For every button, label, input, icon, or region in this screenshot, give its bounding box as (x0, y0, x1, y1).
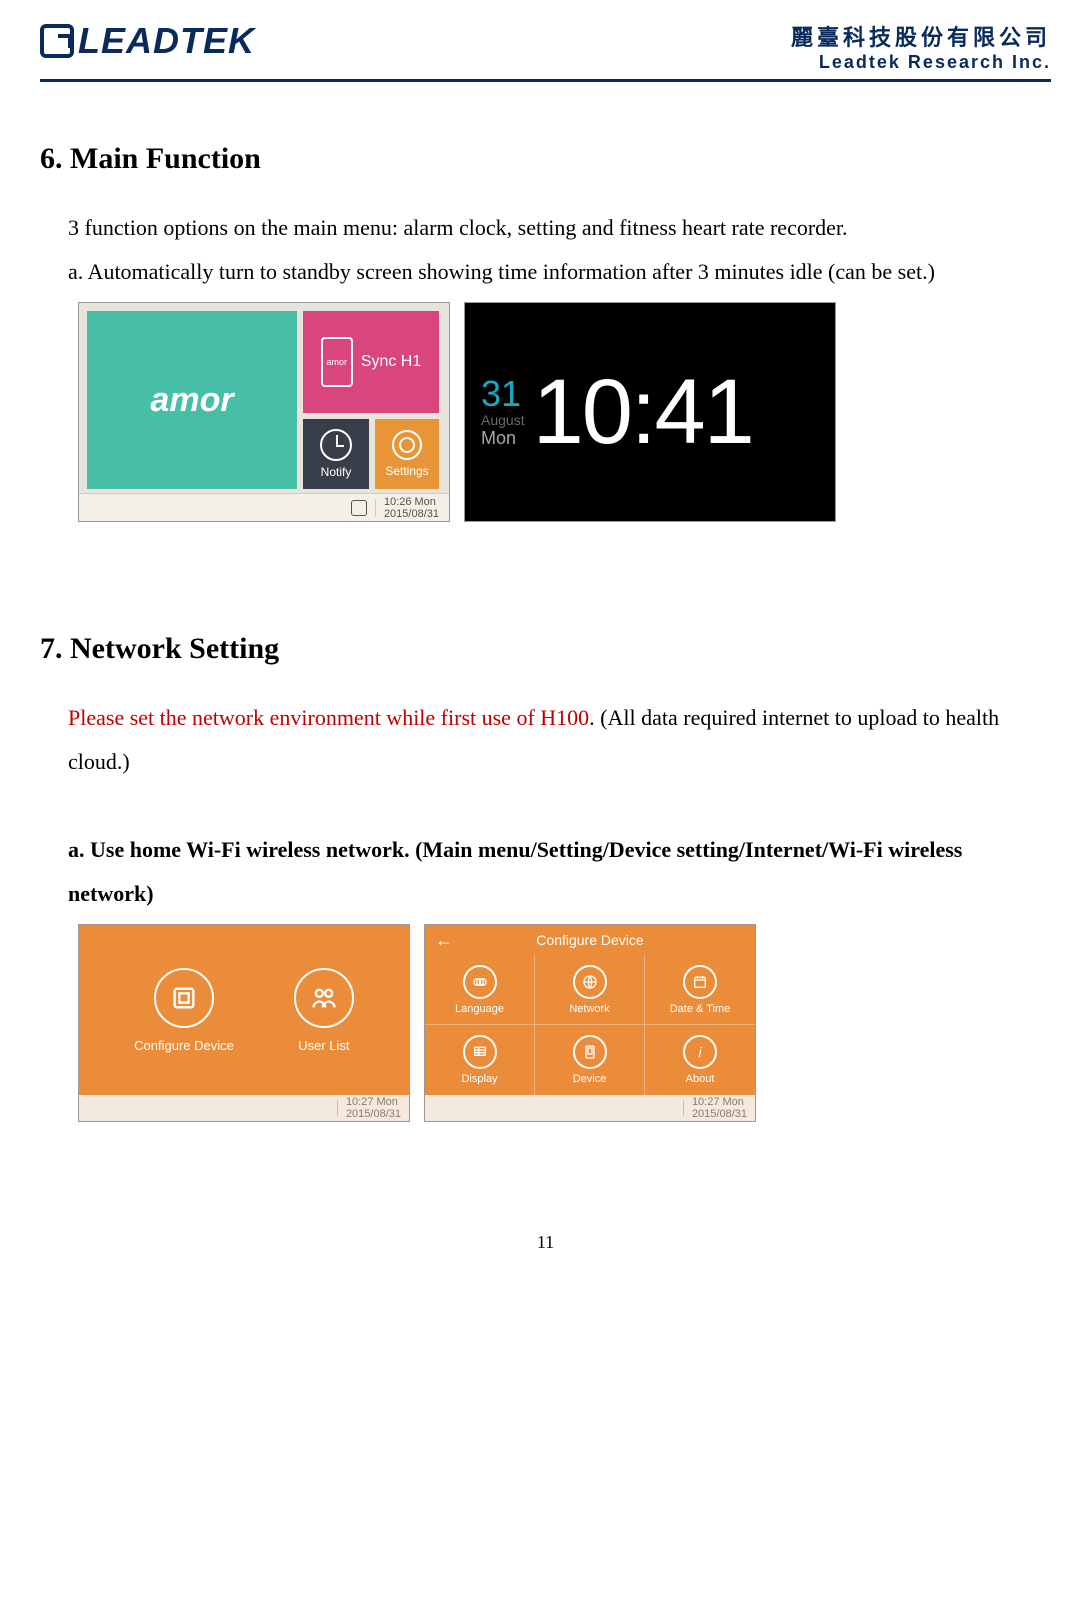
cell-device[interactable]: Device (535, 1025, 645, 1095)
company-name-cn: 麗臺科技股份有限公司 (791, 20, 1051, 52)
screenshot-settings-menu: Configure Device User List 10:27 Mon 201… (78, 924, 410, 1122)
company-name-en: Leadtek Research Inc. (791, 52, 1051, 73)
brand-mark-icon (40, 24, 74, 58)
statusbar: 10:27 Mon 2015/08/31 (425, 1095, 755, 1121)
tile-settings[interactable]: Settings (375, 419, 439, 489)
screenshot-main-menu: amor amor Sync H1 Notify Settings 10:26 … (78, 302, 450, 522)
tile-sync[interactable]: amor Sync H1 (303, 311, 439, 413)
brand-name: LEADTEK (78, 20, 255, 62)
screenshot-configure-device: ← Configure Device Language Network (424, 924, 756, 1122)
statusbar: 10:26 Mon 2015/08/31 (79, 493, 449, 521)
phone-icon: amor (321, 337, 353, 387)
cell-label: About (686, 1073, 715, 1085)
userlist-label: User List (298, 1038, 349, 1053)
section6-body: 3 function options on the main menu: ala… (68, 206, 1051, 294)
status-date: 2015/08/31 (692, 1108, 747, 1120)
notify-label: Notify (321, 465, 352, 479)
device-icon (573, 1035, 607, 1069)
cell-label: Device (573, 1073, 607, 1085)
cell-network[interactable]: Network (535, 955, 645, 1025)
statusbar: 10:27 Mon 2015/08/31 (79, 1095, 409, 1121)
section6-intro: 3 function options on the main menu: ala… (68, 215, 848, 240)
configure-label: Configure Device (134, 1038, 234, 1053)
standby-dow: Mon (481, 428, 525, 449)
cell-label: Language (455, 1003, 504, 1015)
company-block: 麗臺科技股份有限公司 Leadtek Research Inc. (791, 20, 1051, 73)
calendar-icon (683, 965, 717, 999)
back-button[interactable]: ← (435, 930, 453, 951)
section6-heading: 6. Main Function (40, 142, 1051, 176)
cell-label: Network (569, 1003, 609, 1015)
screenshot-standby-clock: 31 August Mon 10:41 (464, 302, 836, 522)
page-number: 11 (40, 1232, 1051, 1253)
section7-body: Please set the network environment while… (68, 696, 1051, 916)
status-date: 2015/08/31 (384, 508, 439, 520)
configure-device-icon (154, 968, 214, 1028)
page-header: LEADTEK 麗臺科技股份有限公司 Leadtek Research Inc. (40, 20, 1051, 82)
amor-logo-text: amor (150, 381, 233, 420)
section6-item-a: a. Automatically turn to standby screen … (68, 259, 935, 284)
section7-item-a: a. Use home Wi-Fi wireless network. (Mai… (68, 837, 962, 906)
sync-label: Sync H1 (361, 353, 421, 371)
phone-icon-label: amor (327, 357, 348, 367)
standby-time: 10:41 (533, 360, 753, 465)
settings-label: Settings (385, 464, 428, 478)
cell-label: Date & Time (670, 1003, 731, 1015)
cell-datetime[interactable]: Date & Time (645, 955, 755, 1025)
option-user-list[interactable]: User List (294, 968, 354, 1053)
cell-language[interactable]: Language (425, 955, 535, 1025)
date-block: 31 August Mon (481, 376, 525, 449)
screen-title: Configure Device (536, 932, 643, 948)
cell-about[interactable]: i About (645, 1025, 755, 1095)
titlebar: ← Configure Device (425, 925, 755, 955)
section7-heading: 7. Network Setting (40, 632, 1051, 666)
language-icon (463, 965, 497, 999)
cell-label: Display (461, 1073, 497, 1085)
standby-day: 31 (481, 376, 525, 412)
status-time: 10:27 Mon (692, 1096, 744, 1108)
status-date: 2015/08/31 (346, 1108, 401, 1120)
clock-icon (320, 429, 352, 461)
tile-notify[interactable]: Notify (303, 419, 369, 489)
tile-amor[interactable]: amor (87, 311, 297, 489)
option-configure-device[interactable]: Configure Device (134, 968, 234, 1053)
section7-warning-text: Please set the network environment while… (68, 705, 589, 730)
status-time: 10:26 Mon (384, 496, 436, 508)
cell-display[interactable]: Display (425, 1025, 535, 1095)
network-icon (573, 965, 607, 999)
info-icon: i (683, 1035, 717, 1069)
charging-icon (351, 500, 367, 516)
user-list-icon (294, 968, 354, 1028)
section7-warning: Please set the network environment while… (68, 705, 589, 730)
status-time: 10:27 Mon (346, 1096, 398, 1108)
gear-icon (392, 430, 422, 460)
brand-logo: LEADTEK (40, 20, 255, 62)
display-icon (463, 1035, 497, 1069)
standby-month: August (481, 412, 525, 428)
